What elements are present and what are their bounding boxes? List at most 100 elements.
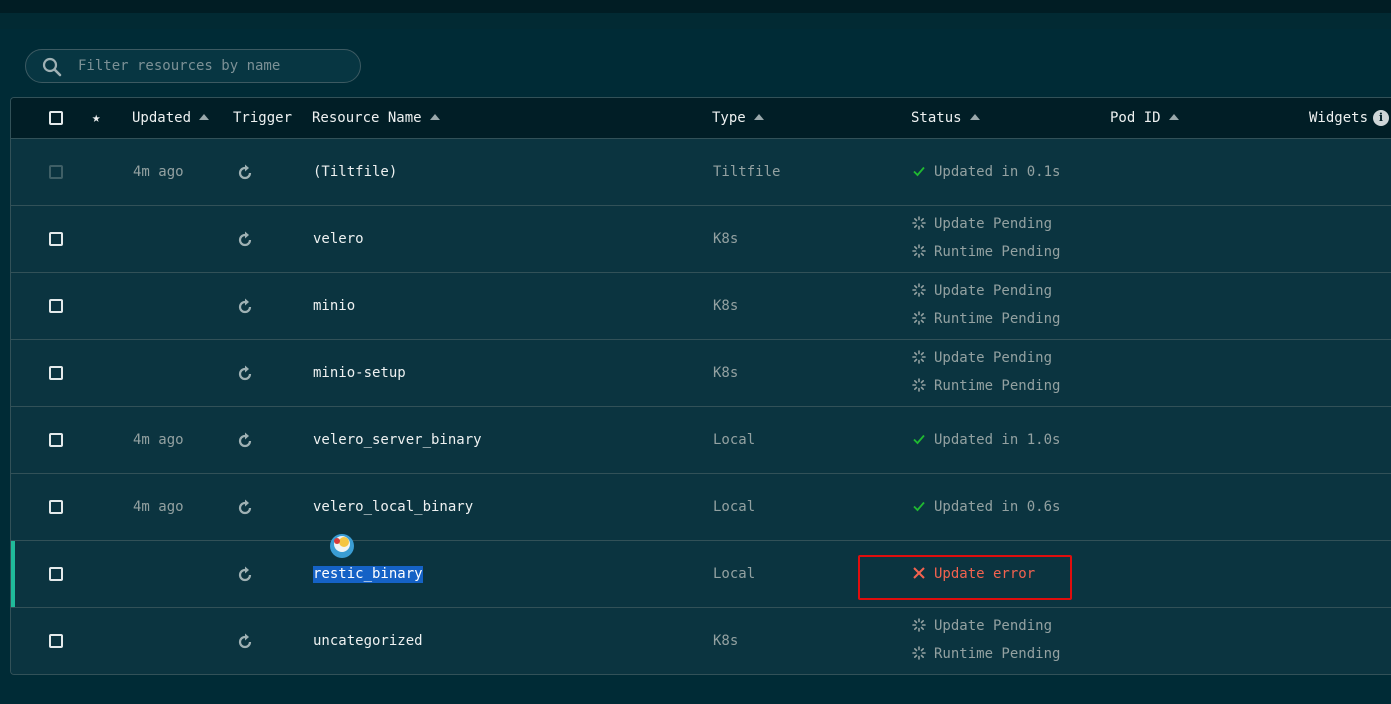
resource-name-link[interactable]: uncategorized: [313, 608, 423, 674]
sort-asc-icon: [199, 114, 210, 120]
status-text: Runtime Pending: [934, 378, 1061, 394]
check-icon: [912, 430, 934, 450]
trigger-column-header: Trigger: [233, 110, 293, 126]
pending-spinner-icon: [912, 348, 934, 368]
type-cell: Local: [713, 499, 756, 515]
status-text: Update Pending: [934, 618, 1053, 634]
status-line: Runtime Pending: [912, 376, 1060, 396]
type-cell: Tiltfile: [713, 164, 781, 180]
type-cell: K8s: [713, 633, 739, 649]
status-text: Update Pending: [934, 283, 1053, 299]
table-row[interactable]: 4m ago velero_local_binary Local Updated in…: [11, 474, 1391, 541]
widgets-column-header: Widgets: [1309, 110, 1369, 126]
trigger-update-icon[interactable]: [236, 164, 254, 182]
updated-header-label: Updated: [132, 110, 192, 126]
status-line: Update Pending: [912, 348, 1052, 368]
resource-name-link[interactable]: minio-setup: [313, 340, 406, 407]
table-row[interactable]: minio-setup K8s Update Pending Runtime Pend…: [11, 340, 1391, 407]
table-row[interactable]: 4m ago (Tiltfile) Tiltfile Updated in 0.1s: [11, 139, 1391, 206]
sort-asc-icon: [429, 114, 440, 120]
status-text: Updated in 0.1s: [934, 164, 1061, 180]
row-checkbox[interactable]: [49, 500, 63, 514]
trigger-update-icon[interactable]: [236, 365, 254, 383]
table-row[interactable]: 4m ago velero_server_binary Local Updated i…: [11, 407, 1391, 474]
resource-name-column-header[interactable]: Resource Name: [312, 98, 440, 139]
status-line: Updated in 0.1s: [912, 162, 1060, 182]
row-checkbox: [49, 165, 63, 179]
resource-table: ★ Updated Trigger Resource Name Type Sta…: [10, 97, 1391, 675]
cursor-emoji-icon: [330, 534, 354, 558]
status-line: Update Pending: [912, 616, 1052, 636]
updated-column-header[interactable]: Updated: [132, 98, 210, 139]
sort-asc-icon: [753, 114, 764, 120]
status-column-header[interactable]: Status: [911, 98, 980, 139]
pod-id-header-label: Pod ID: [1110, 110, 1161, 126]
pending-spinner-icon: [912, 309, 934, 329]
type-cell: K8s: [713, 231, 739, 247]
check-icon: [912, 497, 934, 517]
status-line: Runtime Pending: [912, 644, 1060, 664]
status-text: Runtime Pending: [934, 311, 1061, 327]
type-column-header[interactable]: Type: [712, 98, 764, 139]
type-cell: Local: [713, 432, 756, 448]
trigger-update-icon[interactable]: [236, 566, 254, 584]
search-input[interactable]: [78, 50, 348, 82]
pending-spinner-icon: [912, 281, 934, 301]
info-icon[interactable]: i: [1373, 110, 1389, 126]
star-column-header[interactable]: ★: [92, 98, 100, 139]
sub-bar: [0, 13, 1391, 29]
search-box[interactable]: [25, 49, 361, 83]
trigger-update-icon[interactable]: [236, 499, 254, 517]
error-highlight-box: [858, 555, 1072, 600]
trigger-update-icon[interactable]: [236, 432, 254, 450]
status-text: Update Pending: [934, 350, 1053, 366]
sort-asc-icon: [1168, 114, 1179, 120]
row-checkbox[interactable]: [49, 567, 63, 581]
table-row[interactable]: uncategorized K8s Update Pending Runtime Pe…: [11, 608, 1391, 674]
status-line: Update Pending: [912, 281, 1052, 301]
status-line: Runtime Pending: [912, 242, 1060, 262]
pending-spinner-icon: [912, 616, 934, 636]
table-row[interactable]: minio K8s Update Pending Runtime Pending: [11, 273, 1391, 340]
status-header-label: Status: [911, 110, 962, 126]
table-header: ★ Updated Trigger Resource Name Type Sta…: [11, 98, 1391, 139]
trigger-update-icon[interactable]: [236, 298, 254, 316]
pending-spinner-icon: [912, 376, 934, 396]
row-checkbox[interactable]: [49, 366, 63, 380]
select-all-checkbox[interactable]: [49, 111, 63, 125]
resource-name-link[interactable]: minio: [313, 273, 355, 340]
resource-name-link[interactable]: velero_server_binary: [313, 407, 482, 474]
selected-row-indicator: [11, 541, 15, 607]
row-checkbox[interactable]: [49, 299, 63, 313]
row-checkbox[interactable]: [49, 634, 63, 648]
trigger-update-icon[interactable]: [236, 633, 254, 651]
resource-name-text: restic_binary: [313, 566, 423, 583]
resource-name-link[interactable]: velero: [313, 206, 364, 273]
row-checkbox[interactable]: [49, 232, 63, 246]
status-line: Updated in 1.0s: [912, 430, 1060, 450]
status-text: Runtime Pending: [934, 646, 1061, 662]
pod-id-column-header[interactable]: Pod ID: [1110, 98, 1179, 139]
row-checkbox[interactable]: [49, 433, 63, 447]
status-text: Runtime Pending: [934, 244, 1061, 260]
pending-spinner-icon: [912, 214, 934, 234]
pending-spinner-icon: [912, 242, 934, 262]
trigger-update-icon[interactable]: [236, 231, 254, 249]
resource-name-link[interactable]: (Tiltfile): [313, 139, 397, 206]
resource-name-header-label: Resource Name: [312, 110, 422, 126]
search-icon: [42, 57, 62, 77]
status-text: Update Pending: [934, 216, 1053, 232]
status-line: Update Pending: [912, 214, 1052, 234]
pending-spinner-icon: [912, 644, 934, 664]
sort-asc-icon: [969, 114, 980, 120]
updated-cell: 4m ago: [133, 499, 184, 515]
status-text: Updated in 0.6s: [934, 499, 1061, 515]
status-line: Updated in 0.6s: [912, 497, 1060, 517]
type-cell: K8s: [713, 365, 739, 381]
type-header-label: Type: [712, 110, 746, 126]
table-row[interactable]: velero K8s Update Pending Runtime Pending: [11, 206, 1391, 273]
table-row[interactable]: restic_binary Local Update error: [11, 541, 1391, 608]
top-bar: [0, 0, 1391, 13]
check-icon: [912, 162, 934, 182]
updated-cell: 4m ago: [133, 432, 184, 448]
